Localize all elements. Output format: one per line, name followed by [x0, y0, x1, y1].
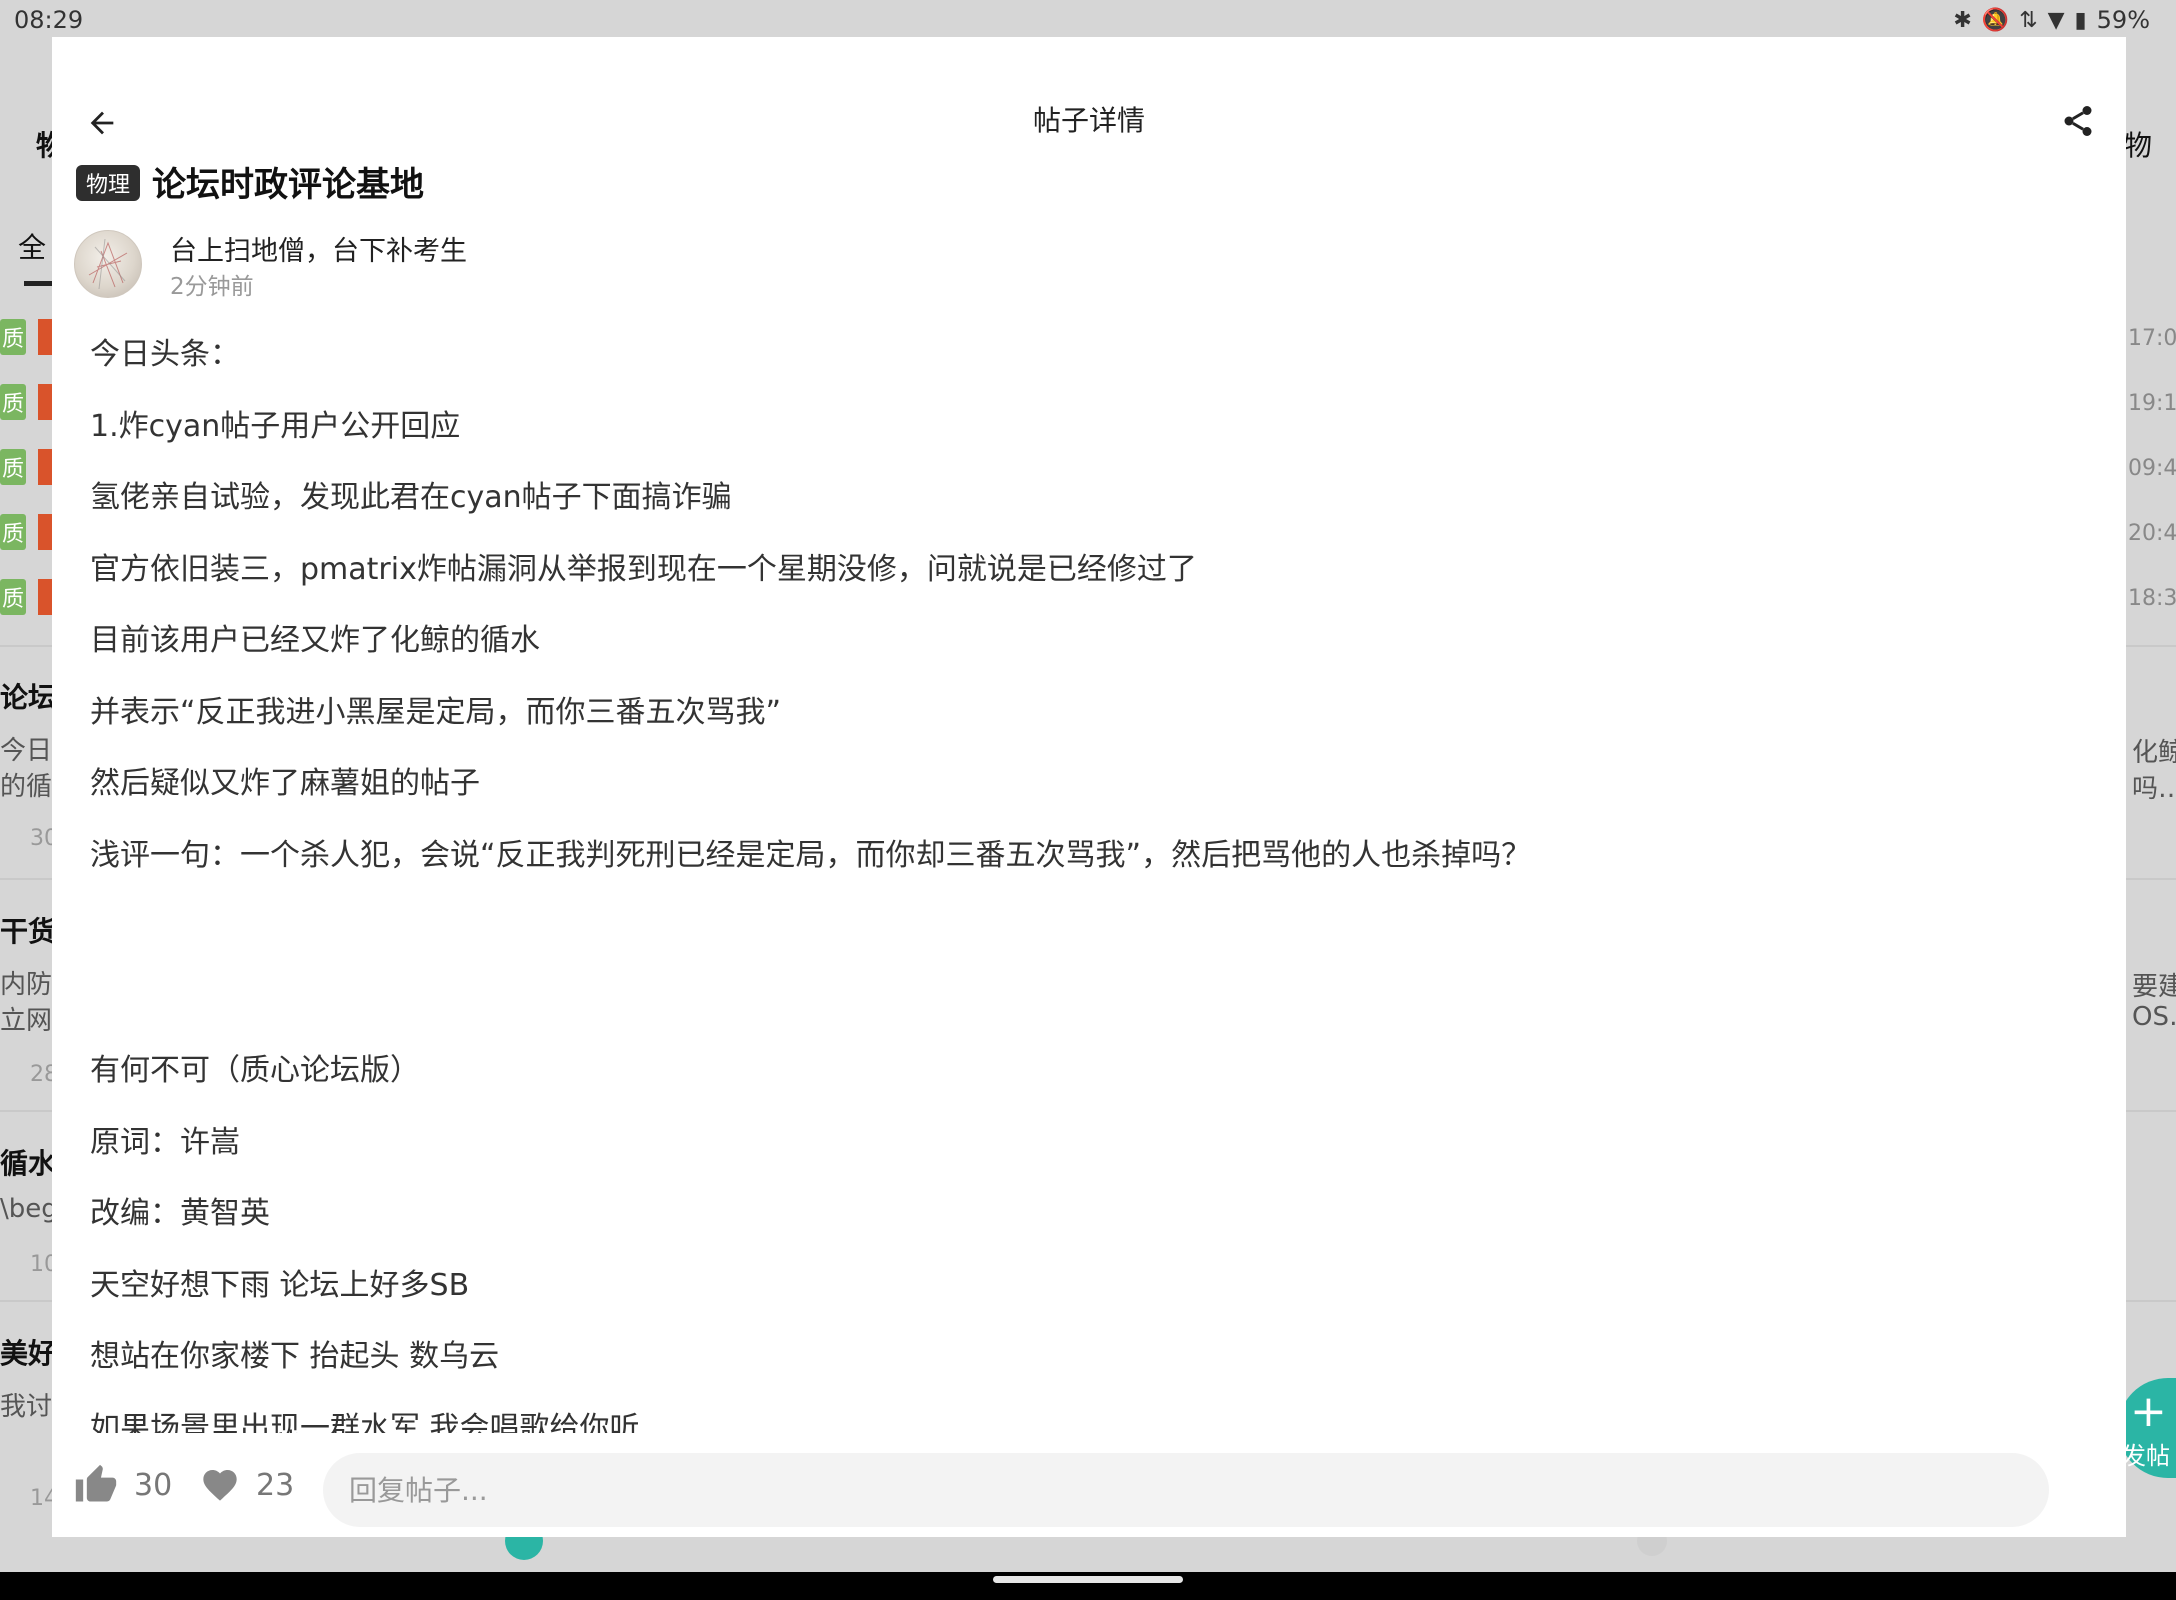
bg-badge: 质	[0, 514, 26, 550]
body-paragraph: 并表示“反正我进小黑屋是定局，而你三番五次骂我”	[90, 694, 782, 730]
body-paragraph: 氢佬亲自试验，发现此君在cyan帖子下面搞诈骗	[90, 480, 732, 515]
bg-time: 17:03	[2128, 326, 2176, 351]
bg-tab: 全	[18, 231, 47, 264]
bg-time: 09:4	[2128, 456, 2176, 481]
bg-badge-red	[38, 449, 52, 485]
bg-badge-red	[38, 319, 52, 355]
body-paragraph: 原词：许嵩	[90, 1124, 240, 1160]
battery-level: 59%	[2096, 6, 2150, 34]
bg-new-post-fab: + 发帖	[2118, 1378, 2176, 1478]
bg-post-title: 论坛	[0, 681, 57, 714]
body-blank-line	[90, 909, 2070, 1053]
bg-post-title: 美好	[0, 1337, 57, 1370]
bg-badge: 质	[0, 384, 26, 420]
bg-tab-indicator	[24, 281, 52, 286]
wifi-icon: ▼	[2047, 7, 2065, 33]
body-paragraph: 官方依旧装三，pmatrix炸帖漏洞从举报到现在一个星期没修，问就说是已经修过了	[90, 551, 1197, 587]
reply-input[interactable]	[323, 1453, 2049, 1527]
bg-post-title: 干货	[0, 915, 57, 948]
thumbs-up-icon	[75, 1464, 117, 1502]
bg-post-line: 内防	[0, 970, 53, 1000]
status-bar: 08:29 ✱ 🔕 ⇅ ▼ ▮ 59%	[0, 0, 2176, 40]
data-icon: ⇅	[2019, 7, 2038, 33]
favorite-count: 23	[256, 1467, 295, 1503]
category-badge[interactable]: 物理	[76, 165, 141, 201]
heart-icon	[203, 1470, 237, 1501]
bg-badge-red	[38, 384, 52, 420]
avatar[interactable]	[74, 230, 142, 298]
status-time: 08:29	[14, 6, 84, 34]
share-button[interactable]	[2052, 95, 2104, 147]
body-paragraph: 然后疑似又炸了麻薯姐的帖子	[90, 766, 480, 801]
bg-badge-red	[38, 579, 52, 615]
bg-post-line: 立网	[0, 1006, 53, 1036]
bg-post-title: 循水	[0, 1147, 57, 1180]
body-paragraph: 浅评一句：一个杀人犯，会说“反正我判死刑已经是定局，而你却三番五次骂我”，然后把…	[90, 837, 1532, 873]
bg-post-right: 吗…	[2132, 774, 2176, 804]
bg-badge: 质	[0, 319, 26, 355]
bg-post-line: 的循	[0, 772, 53, 802]
like-button[interactable]: 30	[74, 1433, 172, 1537]
post-detail-sheet: 帖子详情 物理 论坛时政评论基地 台上扫地僧，台下补考生 2分钟前 今日头条： …	[52, 37, 2126, 1537]
body-paragraph: 1.炸cyan帖子用户公开回应	[90, 408, 461, 444]
body-paragraph: 改编：黄智英	[90, 1196, 270, 1231]
gesture-handle[interactable]	[993, 1576, 1183, 1583]
post-title: 论坛时政评论基地	[152, 165, 424, 205]
plus-icon: +	[2130, 1386, 2167, 1437]
post-body: 今日头条： 1.炸cyan帖子用户公开回应 氢佬亲自试验，发现此君在cyan帖子…	[90, 337, 2070, 1447]
bg-post-line: \beg	[0, 1194, 58, 1224]
bluetooth-icon: ✱	[1953, 7, 1972, 33]
avatar-image	[88, 238, 128, 290]
page-title: 帖子详情	[1032, 104, 1145, 137]
bg-badge: 质	[0, 449, 26, 485]
status-icons: ✱ 🔕 ⇅ ▼ ▮ 59%	[1953, 6, 2150, 34]
bg-time: 19:1	[2128, 391, 2176, 416]
bg-post-right: 化鲸	[2132, 738, 2176, 768]
body-paragraph: 想站在你家楼下 抬起头 数乌云	[90, 1339, 500, 1374]
bg-post-line: 我讨	[0, 1392, 53, 1422]
body-paragraph: 目前该用户已经又炸了化鲸的循水	[90, 623, 540, 658]
bg-header-right: 物	[2124, 129, 2153, 162]
bg-post-right: OS…	[2132, 1002, 2176, 1032]
bg-badge: 质	[0, 579, 26, 615]
share-icon	[2064, 106, 2092, 136]
fab-label: 发帖	[2122, 1442, 2170, 1470]
mute-icon: 🔕	[1981, 7, 2010, 33]
like-count: 30	[134, 1467, 173, 1503]
body-paragraph: 今日头条：	[90, 337, 240, 372]
battery-icon: ▮	[2074, 7, 2087, 33]
body-paragraph: 有何不可（质心论坛版）	[90, 1053, 420, 1088]
body-paragraph: 天空好想下雨 论坛上好多SB	[90, 1267, 470, 1303]
bg-badge-red	[38, 514, 52, 550]
author-name[interactable]: 台上扫地僧，台下补考生	[170, 229, 467, 268]
bg-time: 18:3	[2128, 586, 2176, 611]
bg-post-right: 要建	[2132, 972, 2176, 1002]
post-time: 2分钟前	[170, 274, 254, 300]
bg-time: 20:4	[2128, 521, 2176, 546]
favorite-button[interactable]: 23	[200, 1433, 294, 1537]
action-bar: 30 23	[52, 1433, 2126, 1537]
